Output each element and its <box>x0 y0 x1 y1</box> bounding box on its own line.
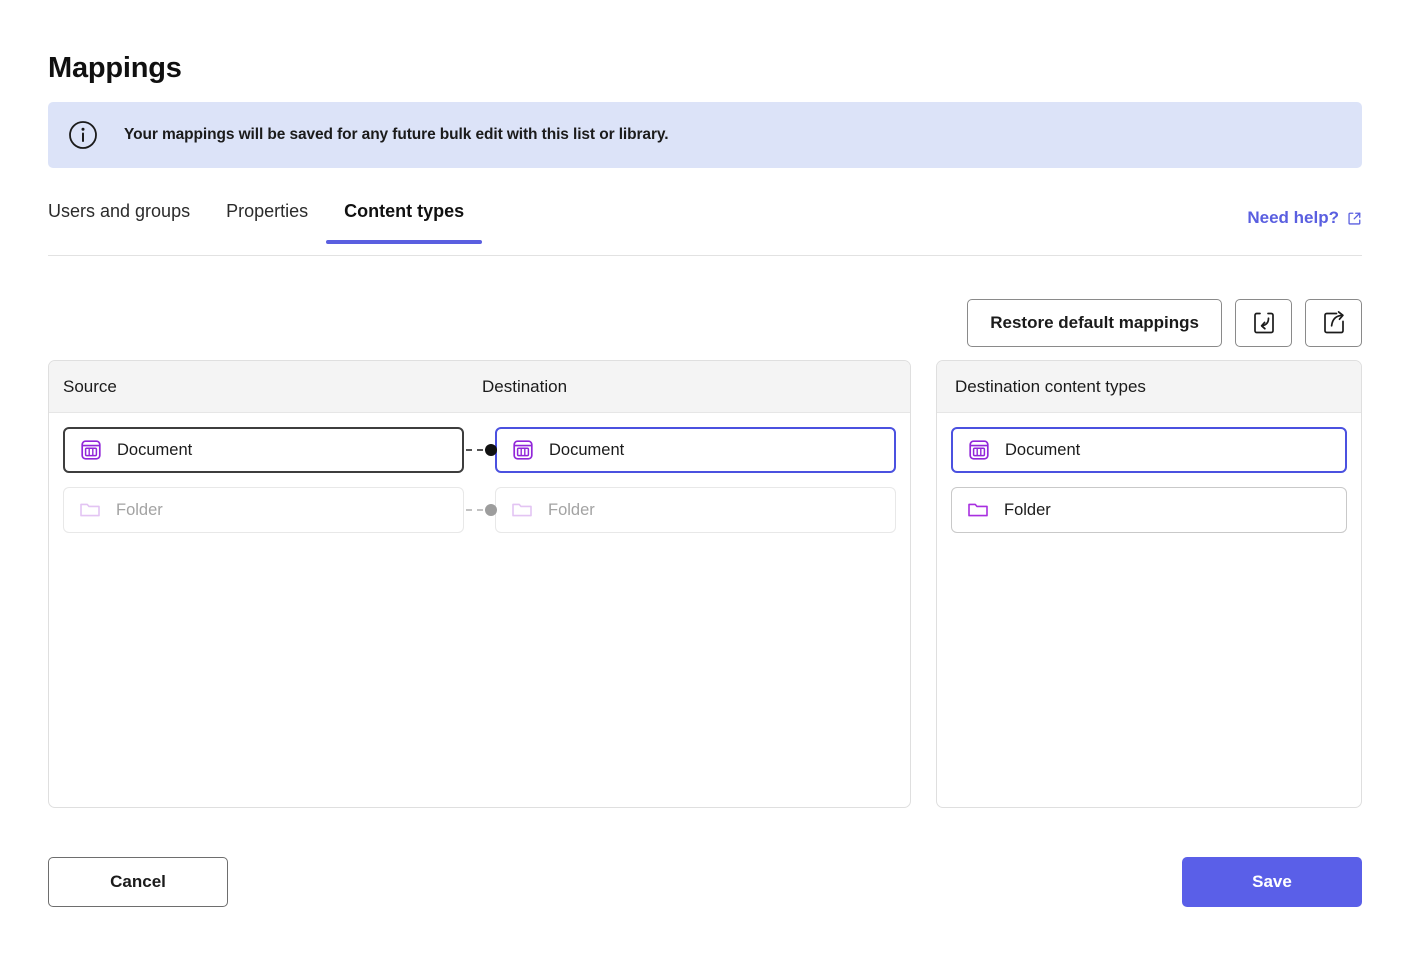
column-header-source: Source <box>63 376 117 396</box>
destination-content-type-label: Document <box>549 440 625 459</box>
destination-type-label: Document <box>1005 440 1081 459</box>
document-content-type-icon <box>967 438 991 462</box>
list-item: Document <box>951 427 1347 473</box>
tab-users-and-groups[interactable]: Users and groups <box>48 198 208 244</box>
cancel-button[interactable]: Cancel <box>48 857 228 907</box>
destination-content-type-folder: Folder <box>495 487 896 533</box>
tab-properties[interactable]: Properties <box>208 198 326 244</box>
destination-type-folder[interactable]: Folder <box>951 487 1347 533</box>
folder-content-type-icon <box>78 498 102 522</box>
column-header-destination-content-types: Destination content types <box>955 376 1146 396</box>
source-content-type-document[interactable]: Document <box>63 427 464 473</box>
page-title: Mappings <box>48 52 182 84</box>
tab-list: Users and groups Properties Content type… <box>48 198 483 244</box>
mapping-panel: Source Destination Document Document Fol… <box>48 360 911 808</box>
info-banner-message: Your mappings will be saved for any futu… <box>124 126 669 143</box>
column-header-destination: Destination <box>482 376 568 396</box>
connector-dot <box>485 444 497 456</box>
import-mappings-button[interactable] <box>1235 299 1292 347</box>
source-content-type-folder: Folder <box>63 487 464 533</box>
mapping-row: Folder Folder <box>63 487 896 533</box>
document-content-type-icon <box>79 438 103 462</box>
source-content-type-label: Document <box>117 440 193 459</box>
dialog-footer: Cancel Save <box>48 857 1362 907</box>
mapping-panel-body: Document Document Folder Folder <box>49 413 910 807</box>
info-banner: Your mappings will be saved for any futu… <box>48 102 1362 168</box>
tab-bar-divider <box>48 255 1362 256</box>
save-button[interactable]: Save <box>1182 857 1362 907</box>
tab-users-and-groups-label: Users and groups <box>48 201 191 221</box>
destination-content-types-panel: Destination content types Document Folde… <box>936 360 1362 808</box>
need-help-link[interactable]: Need help? <box>1247 208 1362 228</box>
folder-content-type-icon <box>966 498 990 522</box>
destination-panel-header: Destination content types <box>937 361 1361 413</box>
list-item: Folder <box>951 487 1347 533</box>
need-help-label: Need help? <box>1247 208 1339 227</box>
mapping-panel-header: Source Destination <box>49 361 910 413</box>
mappings-page: Mappings Your mappings will be saved for… <box>0 0 1410 953</box>
destination-type-label: Folder <box>1004 500 1051 519</box>
mappings-toolbar: Restore default mappings <box>967 299 1362 347</box>
source-content-type-label: Folder <box>116 500 163 519</box>
destination-type-document[interactable]: Document <box>951 427 1347 473</box>
destination-content-type-document[interactable]: Document <box>495 427 896 473</box>
mapping-connector <box>464 487 497 533</box>
document-content-type-icon <box>511 438 535 462</box>
tab-content-types[interactable]: Content types <box>326 198 483 244</box>
tab-properties-label: Properties <box>226 201 309 221</box>
connector-dot <box>485 504 497 516</box>
mapping-row: Document Document <box>63 427 896 473</box>
import-icon <box>1251 310 1277 336</box>
export-mappings-button[interactable] <box>1305 299 1362 347</box>
tab-bar: Users and groups Properties Content type… <box>48 198 1362 258</box>
tab-content-types-label: Content types <box>344 201 465 221</box>
restore-default-mappings-button[interactable]: Restore default mappings <box>967 299 1222 347</box>
mapping-connector <box>464 427 497 473</box>
export-icon <box>1321 310 1347 336</box>
folder-content-type-icon <box>510 498 534 522</box>
destination-panel-body: Document Folder <box>937 413 1361 807</box>
info-circle-icon <box>68 120 98 150</box>
destination-content-type-label: Folder <box>548 500 595 519</box>
external-link-icon <box>1347 211 1362 226</box>
